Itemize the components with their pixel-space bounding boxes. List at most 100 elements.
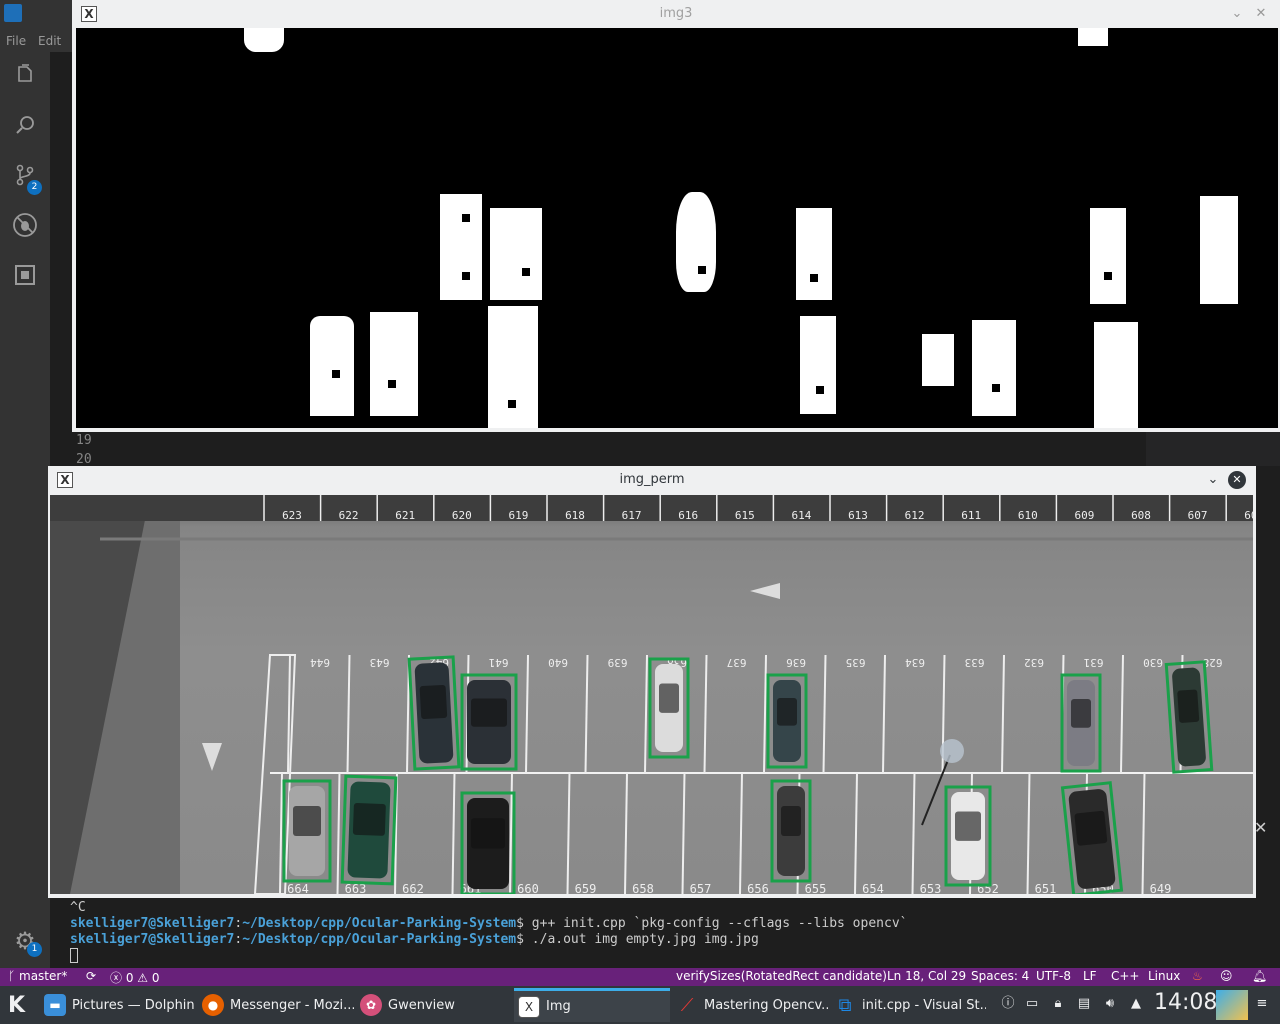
stall-number: 637: [727, 656, 747, 669]
detected-car: [282, 779, 332, 883]
stall-number: 620: [452, 509, 472, 522]
desktop-pager-icon[interactable]: [1216, 990, 1248, 1020]
stall-number: 643: [370, 656, 390, 669]
stall-number: 623: [282, 509, 302, 522]
cursor-position[interactable]: Ln 18, Col 29: [887, 969, 966, 983]
clipboard-icon[interactable]: ▤: [1076, 996, 1092, 1012]
vscode-icon: ⧉: [838, 994, 852, 1016]
indentation[interactable]: Spaces: 4: [971, 969, 1029, 983]
task-pdf[interactable]: ⟋ Mastering Opencv...: [672, 988, 828, 1022]
explorer-icon[interactable]: [8, 62, 42, 96]
panel-close-icon[interactable]: ✕: [1254, 818, 1270, 838]
detected-car: [1060, 673, 1102, 773]
minimap[interactable]: [1146, 430, 1192, 466]
stall-line: [911, 772, 916, 894]
stall-number: 608: [1131, 509, 1151, 522]
minimize-chevron-icon[interactable]: ⌄: [1204, 471, 1222, 489]
close-icon[interactable]: ✕: [1228, 471, 1246, 489]
car-windshield: [955, 811, 981, 841]
stall-number: 619: [508, 509, 528, 522]
lock-icon[interactable]: 🔒︎: [1050, 996, 1066, 1012]
stall-number: 622: [339, 509, 359, 522]
panel-menu-icon[interactable]: ≡: [1254, 996, 1270, 1012]
os-label[interactable]: Linux: [1148, 969, 1180, 983]
car-windshield: [659, 683, 679, 713]
stall-number: 653: [920, 882, 942, 894]
stall-number: 635: [846, 656, 866, 669]
stall-number: 613: [848, 509, 868, 522]
window-img3[interactable]: X img3 ⌄ ✕: [72, 0, 1280, 432]
task-vscode[interactable]: ⧉ init.cpp - Visual St...: [830, 988, 986, 1022]
notifications-bell-icon[interactable]: 🔔︎: [1252, 969, 1267, 983]
integrated-terminal[interactable]: ^C skelliger7@Skelliger7:~/Desktop/cpp/O…: [50, 898, 1280, 968]
task-firefox[interactable]: ● Messenger - Mozi...: [198, 988, 354, 1022]
terminal-line: skelliger7@Skelliger7:~/Desktop/cpp/Ocul…: [70, 916, 908, 931]
search-icon[interactable]: [8, 112, 42, 146]
stall-number: 654: [862, 882, 884, 894]
window-titlebar[interactable]: X img_perm ⌄ ✕: [48, 466, 1256, 494]
stall-line: [1120, 654, 1124, 774]
stall-number: 664: [287, 882, 309, 894]
git-branch[interactable]: ᚴ master*: [8, 969, 67, 983]
pdf-icon: ⟋: [680, 994, 694, 1016]
encoding[interactable]: UTF-8: [1036, 969, 1071, 983]
volume-icon[interactable]: 🔊︎: [1102, 996, 1118, 1012]
stall-line: [822, 654, 827, 774]
language-mode[interactable]: C++: [1111, 969, 1140, 983]
task-img[interactable]: X Img: [514, 988, 670, 1022]
stall-line: [854, 772, 858, 894]
stall-number: 632: [1024, 656, 1044, 669]
stall-number: 640: [548, 656, 568, 669]
minimize-chevron-icon[interactable]: ⌄: [1228, 5, 1246, 23]
stall-number: 655: [805, 882, 827, 894]
stall-number: 611: [961, 509, 981, 522]
stall-number: 657: [690, 882, 712, 894]
car-windshield: [352, 803, 386, 836]
extensions-icon[interactable]: [8, 262, 42, 296]
network-icon[interactable]: ▭: [1024, 996, 1040, 1012]
stall-line: [566, 772, 571, 894]
app-launcher-icon[interactable]: K: [4, 988, 36, 1022]
line-number: 19: [76, 433, 92, 448]
detected-car: [1060, 781, 1124, 894]
stall-number: 636: [786, 656, 806, 669]
detected-car: [460, 791, 516, 894]
threshold-blob: [488, 306, 538, 428]
stall-number: 606: [1244, 509, 1253, 522]
threshold-blob: [1200, 196, 1238, 304]
terminal-interrupt: ^C: [70, 900, 86, 915]
task-dolphin[interactable]: ▬ Pictures — Dolphin: [40, 988, 196, 1022]
threshold-blob: [244, 28, 284, 52]
parking-lot-image: 623 622 621 620 619 618 617 616 615 614 613 612 611 6…: [50, 495, 1253, 894]
stall-line: [509, 772, 513, 894]
window-titlebar[interactable]: X img3 ⌄ ✕: [72, 0, 1280, 28]
window-title: img_perm: [619, 472, 685, 487]
feedback-smiley-icon[interactable]: ☺: [1220, 969, 1233, 983]
sync-icon[interactable]: ⟳: [86, 969, 96, 983]
threshold-blob: [796, 208, 832, 300]
system-settings-icon[interactable]: ⓘ: [1000, 996, 1016, 1012]
stall-number: 621: [395, 509, 415, 522]
threshold-blob: [370, 312, 418, 416]
flame-icon[interactable]: ♨: [1192, 969, 1203, 983]
stall-number: 658: [632, 882, 654, 894]
clock[interactable]: 14:08: [1154, 990, 1217, 1015]
tray-expand-icon[interactable]: ▲: [1128, 996, 1144, 1012]
close-icon[interactable]: ✕: [1252, 5, 1270, 23]
debug-icon[interactable]: [8, 212, 42, 246]
menu-edit[interactable]: Edit: [38, 34, 61, 48]
stall-number: 618: [565, 509, 585, 522]
task-gwenview[interactable]: ✿ Gwenview: [356, 988, 512, 1022]
stall-number: 660: [517, 882, 539, 894]
stall-number: 659: [575, 882, 597, 894]
current-function[interactable]: verifySizes(RotatedRect candidate): [676, 969, 887, 983]
end-of-line[interactable]: LF: [1083, 969, 1097, 983]
threshold-blob: [1078, 28, 1108, 46]
firefox-icon: ●: [202, 994, 224, 1016]
detected-car: [648, 657, 690, 759]
line-number: 20: [76, 452, 92, 467]
problems-indicator[interactable]: ⓧ 0 ⚠ 0: [110, 969, 160, 986]
menu-file[interactable]: File: [6, 34, 26, 48]
editor-scrollbar[interactable]: [1192, 430, 1280, 466]
lamp-head: [940, 739, 964, 763]
